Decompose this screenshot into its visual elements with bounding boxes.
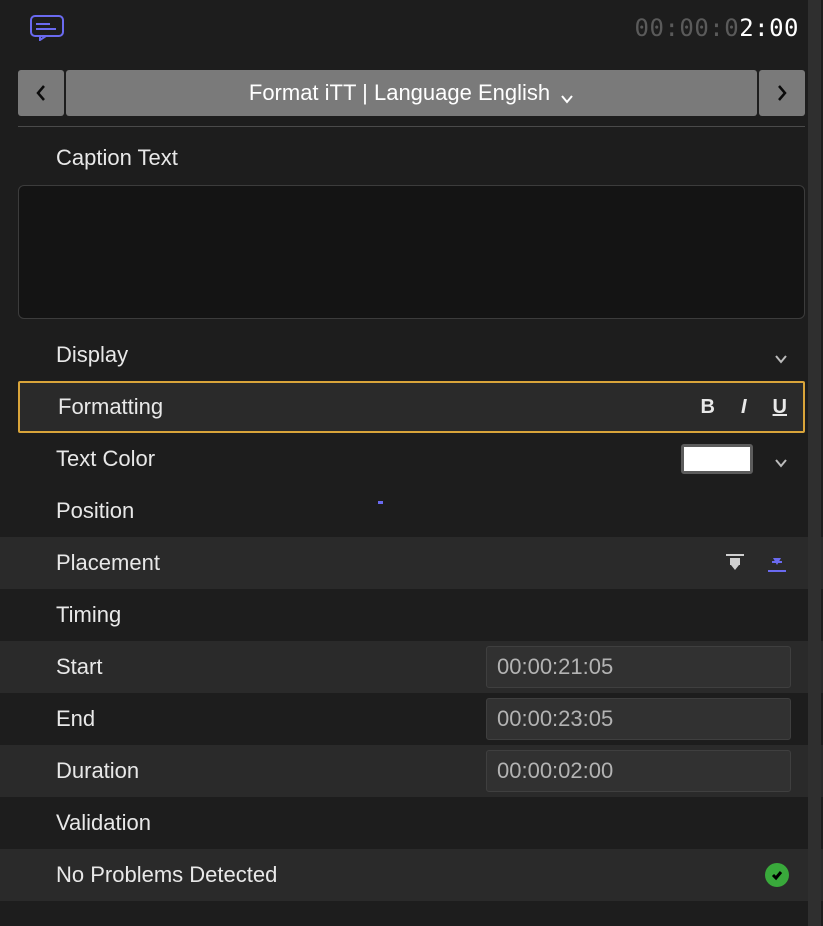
prev-caption-button[interactable] <box>18 70 64 116</box>
validation-status-text: No Problems Detected <box>56 862 277 888</box>
duration-value: 00:00:02:00 <box>497 758 613 784</box>
chevron-down-icon <box>773 347 789 363</box>
text-color-row: Text Color <box>0 433 823 485</box>
caption-bubble-icon[interactable] <box>30 15 64 41</box>
duration-label: Duration <box>56 758 486 784</box>
caption-text-input[interactable] <box>18 185 805 319</box>
caption-nav: Format iTT | Language English <box>0 70 823 116</box>
position-label: Position <box>56 498 134 524</box>
placement-label: Placement <box>56 550 160 576</box>
underline-button[interactable]: U <box>773 396 787 419</box>
chevron-down-icon[interactable] <box>773 451 789 467</box>
end-row: End 00:00:23:05 <box>0 693 823 745</box>
chevron-down-icon <box>560 86 574 100</box>
position-indicator-icon <box>378 501 383 504</box>
validation-heading: Validation <box>0 797 823 849</box>
validation-status-row: No Problems Detected <box>0 849 823 901</box>
caption-text-heading: Caption Text <box>0 127 823 185</box>
display-row[interactable]: Display <box>0 329 823 381</box>
placement-top-button[interactable] <box>723 551 747 575</box>
duration-input[interactable]: 00:00:02:00 <box>486 750 791 792</box>
formatting-label: Formatting <box>58 394 163 420</box>
timing-heading: Timing <box>0 589 823 641</box>
placement-bottom-button[interactable] <box>765 551 789 575</box>
format-language-dropdown[interactable]: Format iTT | Language English <box>66 70 757 116</box>
start-value: 00:00:21:05 <box>497 654 613 680</box>
bold-button[interactable]: B <box>701 396 715 419</box>
end-label: End <box>56 706 486 732</box>
end-value: 00:00:23:05 <box>497 706 613 732</box>
format-language-label: Format iTT | Language English <box>249 80 550 106</box>
timecode-display: 00:00:02:00 <box>635 14 799 42</box>
timecode-lit: 2:00 <box>739 14 799 42</box>
timing-label: Timing <box>56 602 121 628</box>
italic-button[interactable]: I <box>741 396 747 419</box>
duration-row: Duration 00:00:02:00 <box>0 745 823 797</box>
format-buttons: B I U <box>701 396 787 419</box>
position-row: Position <box>0 485 823 537</box>
top-bar: 00:00:02:00 <box>0 0 823 56</box>
text-color-label: Text Color <box>56 446 155 472</box>
start-input[interactable]: 00:00:21:05 <box>486 646 791 688</box>
caption-inspector-panel: 00:00:02:00 Format iTT | Language Englis… <box>0 0 823 926</box>
end-input[interactable]: 00:00:23:05 <box>486 698 791 740</box>
start-row: Start 00:00:21:05 <box>0 641 823 693</box>
display-label: Display <box>56 342 128 368</box>
validation-label: Validation <box>56 810 151 836</box>
text-color-swatch[interactable] <box>681 444 753 474</box>
timecode-dim: 00:00:0 <box>635 14 740 42</box>
scrollbar[interactable] <box>808 0 821 926</box>
next-caption-button[interactable] <box>759 70 805 116</box>
placement-row: Placement <box>0 537 823 589</box>
checkmark-icon <box>765 863 789 887</box>
start-label: Start <box>56 654 486 680</box>
formatting-row: Formatting B I U <box>18 381 805 433</box>
